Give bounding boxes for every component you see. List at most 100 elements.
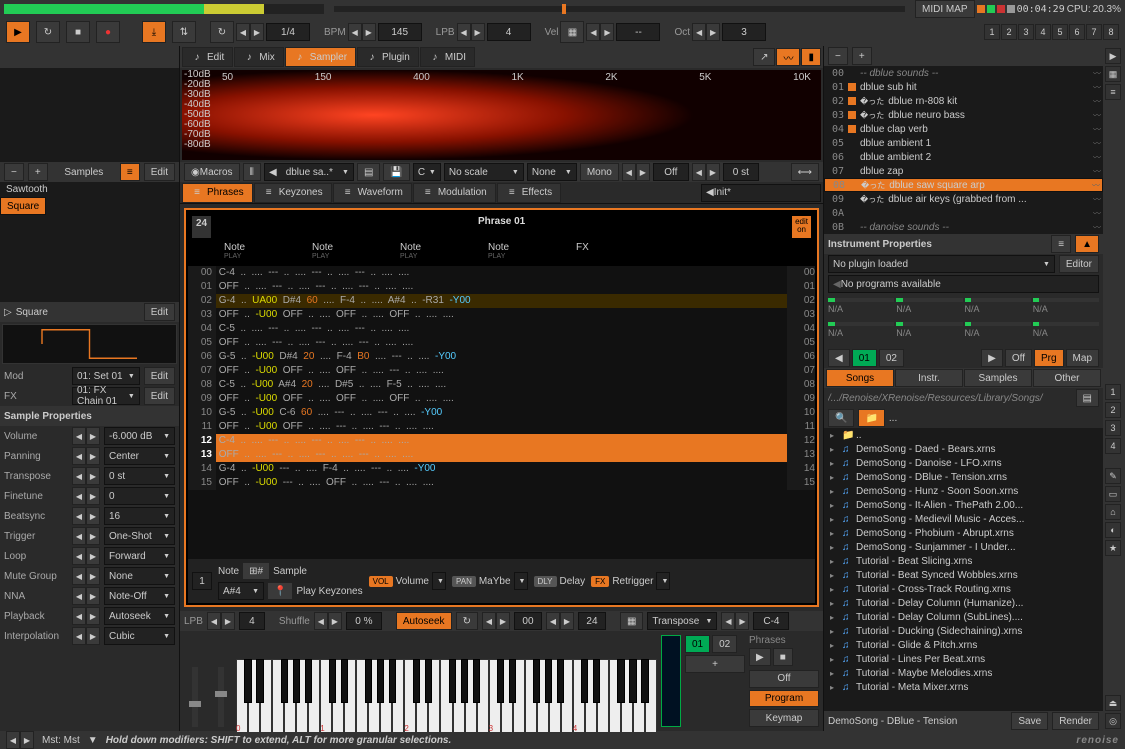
macro-map-button[interactable]: Map: [1066, 349, 1099, 367]
browser-item[interactable]: ▸♫Tutorial - Maybe Melodies.xrns: [824, 666, 1103, 680]
iprops-expand-icon[interactable]: ▲: [1075, 235, 1099, 253]
add-sample-button[interactable]: +: [28, 163, 48, 181]
ilist-add-button[interactable]: +: [852, 47, 872, 65]
oct-spinner[interactable]: ◀▶: [692, 23, 720, 41]
prop-value[interactable]: Forward▼: [104, 547, 175, 565]
prop-value[interactable]: 0 st▼: [104, 467, 175, 485]
expand-icon[interactable]: ▸: [830, 431, 838, 440]
instrument-row[interactable]: 0A〰: [824, 206, 1103, 220]
transpose2-value[interactable]: C-4: [753, 612, 789, 630]
instrument-row[interactable]: 00-- dblue sounds --〰: [824, 66, 1103, 80]
browser-tab-samples[interactable]: Samples: [964, 369, 1032, 387]
instrument-row[interactable]: 03�ったdblue neuro bass〰: [824, 108, 1103, 122]
black-key[interactable]: [473, 659, 480, 703]
instrument-list[interactable]: 00-- dblue sounds --〰01dblue sub hit〰02�…: [824, 66, 1103, 234]
lpb2-spinner[interactable]: ◀▶: [207, 612, 235, 630]
browser-tab-instr.[interactable]: Instr.: [895, 369, 963, 387]
search-icon[interactable]: 🔍: [828, 409, 854, 427]
black-key[interactable]: [581, 659, 588, 703]
browser-item[interactable]: ▸♫Tutorial - Cross-Track Routing.xrns: [824, 582, 1103, 596]
rail-3[interactable]: 3: [1105, 420, 1121, 436]
black-key[interactable]: [377, 659, 384, 703]
prop-spinner[interactable]: ◀▶: [72, 447, 100, 465]
black-key[interactable]: [449, 659, 456, 703]
browser-item[interactable]: ▸♫Tutorial - Glide & Pitch.xrns: [824, 638, 1103, 652]
expand-icon[interactable]: ▸: [830, 529, 838, 538]
path-menu-icon[interactable]: ▤: [1076, 389, 1099, 407]
expand-icon[interactable]: ▸: [830, 473, 838, 482]
mod-edit-button[interactable]: Edit: [144, 367, 175, 385]
prop-value[interactable]: 16▼: [104, 507, 175, 525]
browser-item[interactable]: ▸♫DemoSong - It-Alien - ThePath 2.00...: [824, 498, 1103, 512]
pattern-spinner[interactable]: ◀▶: [236, 23, 264, 41]
editor-tab-effects[interactable]: ≡Effects: [497, 183, 561, 203]
expand-icon[interactable]: ▸: [830, 585, 838, 594]
hash-button[interactable]: ⊞#: [242, 562, 270, 580]
view-preset-7[interactable]: 7: [1086, 24, 1102, 40]
lpb-value[interactable]: 4: [487, 23, 531, 41]
instrument-row[interactable]: 01dblue sub hit〰: [824, 80, 1103, 94]
collapse-icon[interactable]: ⟷: [791, 163, 819, 181]
fx-tag[interactable]: FX: [591, 576, 609, 587]
macro-slider[interactable]: N/A: [828, 298, 894, 320]
play-sample-icon[interactable]: ▷: [4, 307, 12, 318]
browser-tab-other[interactable]: Other: [1033, 369, 1101, 387]
phrase-editor[interactable]: 24 Phrase 01 editon NotePLAYNotePLAYNote…: [184, 208, 819, 607]
macro-slider[interactable]: N/A: [965, 322, 1031, 344]
bpm-spinner[interactable]: ◀▶: [348, 23, 376, 41]
expand-icon[interactable]: ▸: [830, 641, 838, 650]
transpose-spinner[interactable]: ◀▶: [692, 163, 720, 181]
black-key[interactable]: [305, 659, 312, 703]
view-mode-2[interactable]: ▮: [801, 48, 821, 66]
pin-icon[interactable]: 📍: [267, 582, 293, 600]
sample-item[interactable]: Square: [0, 197, 46, 215]
black-key[interactable]: [545, 659, 552, 703]
prop-spinner[interactable]: ◀▶: [72, 587, 100, 605]
prop-value[interactable]: Autoseek▼: [104, 607, 175, 625]
phrase-row[interactable]: 15 OFF .. -U00 --- .. .... OFF .. .... -…: [188, 476, 815, 490]
rail-target-icon[interactable]: ◎: [1105, 713, 1121, 729]
phrase-row[interactable]: 13 OFF .. .... --- .. .... --- .. .... -…: [188, 448, 815, 462]
expand-icon[interactable]: ▸: [830, 599, 838, 608]
midi-map-button[interactable]: MIDI MAP: [915, 0, 975, 18]
scale-select[interactable]: No scale▼: [444, 163, 524, 181]
record-button[interactable]: ●: [96, 21, 120, 43]
phrase-slot-02[interactable]: 02: [712, 635, 737, 653]
browser-item[interactable]: ▸♫DemoSong - Medievil Music - Acces...: [824, 512, 1103, 526]
macro-prev-button[interactable]: ◀: [828, 349, 850, 367]
bars-icon[interactable]: ⦀: [243, 163, 261, 181]
black-key[interactable]: [329, 659, 336, 703]
expand-icon[interactable]: ▸: [830, 515, 838, 524]
prop-spinner[interactable]: ◀▶: [72, 547, 100, 565]
instrument-row[interactable]: 09�ったdblue air keys (grabbed from ...〰: [824, 192, 1103, 206]
browser-item[interactable]: ▸♫DemoSong - DBlue - Tension.xrns: [824, 470, 1103, 484]
phrase-row[interactable]: 11 OFF .. -U00 OFF .. .... --- .. .... -…: [188, 420, 815, 434]
expand-icon[interactable]: ▸: [830, 459, 838, 468]
transpose-value[interactable]: 0 st: [723, 163, 759, 181]
rail-play-icon[interactable]: ▶: [1105, 48, 1121, 64]
song-scrubber[interactable]: [334, 6, 905, 12]
prop-value[interactable]: Note-Off▼: [104, 587, 175, 605]
play-button[interactable]: ▶: [6, 21, 30, 43]
prop-value[interactable]: 0▼: [104, 487, 175, 505]
browser-item[interactable]: ▸♫Tutorial - Beat Synced Wobbles.xrns: [824, 568, 1103, 582]
macro-slider[interactable]: N/A: [896, 298, 962, 320]
vel-value[interactable]: --: [616, 23, 660, 41]
macro-off-button[interactable]: Off: [1005, 349, 1032, 367]
phrase-row[interactable]: 12 C-4 .. .... --- .. .... --- .. .... -…: [188, 434, 815, 448]
expand-icon[interactable]: ▸: [830, 655, 838, 664]
phrase-row[interactable]: 09 OFF .. -U00 OFF .. .... OFF .. .... O…: [188, 392, 815, 406]
mst-dropdown-icon[interactable]: ▼: [88, 735, 98, 746]
vol-menu[interactable]: ▼: [432, 572, 446, 590]
oct-value[interactable]: 3: [722, 23, 766, 41]
fx-select[interactable]: 01: FX Chain 01▼: [72, 387, 140, 405]
expand-icon[interactable]: ▸: [830, 445, 838, 454]
vel-keyboard-icon[interactable]: ▦: [560, 21, 584, 43]
preset-menu-icon[interactable]: ▤: [357, 163, 380, 181]
rail-2[interactable]: 2: [1105, 402, 1121, 418]
edit-mode-badge[interactable]: editon: [792, 216, 811, 238]
editor-tab-phrases[interactable]: ≡Phrases: [182, 183, 253, 203]
browser-item[interactable]: ▸♫DemoSong - Hunz - Soon Soon.xrns: [824, 484, 1103, 498]
macro-slider[interactable]: N/A: [828, 322, 894, 344]
rail-4[interactable]: 4: [1105, 438, 1121, 454]
